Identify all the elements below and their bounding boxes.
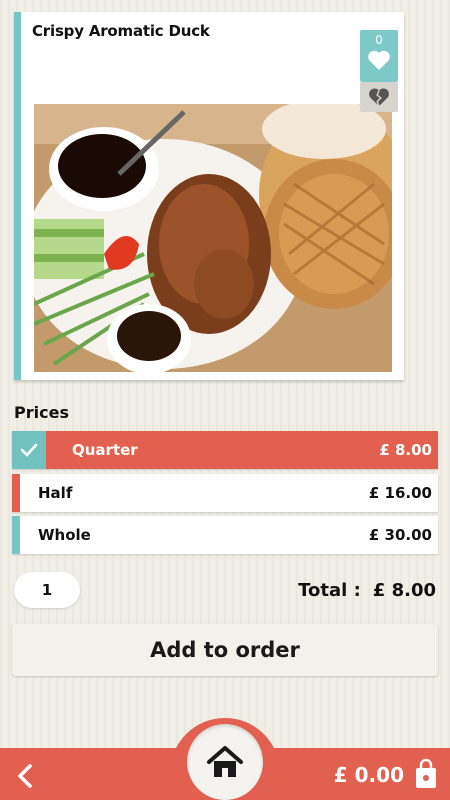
dislike-button[interactable]	[360, 82, 398, 112]
price-option-price: £ 16.00	[368, 484, 432, 502]
back-button[interactable]	[14, 762, 38, 790]
home-button[interactable]	[187, 724, 263, 800]
quantity-input[interactable]: 1	[14, 572, 80, 608]
selected-check	[12, 431, 46, 469]
price-option-half[interactable]: Half £ 16.00	[12, 474, 438, 512]
order-total: Total : £ 8.00	[298, 580, 436, 601]
price-option-price: £ 8.00	[379, 441, 432, 459]
cart-button[interactable]	[414, 758, 438, 794]
back-arrow-icon	[18, 764, 32, 788]
heart-icon	[368, 50, 390, 70]
price-option-whole[interactable]: Whole £ 30.00	[12, 516, 438, 554]
card-accent-stripe	[14, 12, 21, 380]
shopping-bag-icon	[416, 758, 436, 788]
prices-heading: Prices	[14, 403, 69, 422]
price-option-name: Half	[38, 484, 73, 502]
total-label: Total :	[298, 580, 361, 601]
total-value: £ 8.00	[372, 580, 436, 601]
product-photo	[34, 104, 392, 372]
price-option-name: Whole	[38, 526, 91, 544]
price-option-name: Quarter	[72, 441, 138, 459]
add-to-order-button[interactable]: Add to order	[12, 624, 438, 676]
product-card: Crispy Aromatic Duck 0	[14, 12, 404, 380]
like-count: 0	[375, 33, 383, 47]
home-icon	[207, 746, 243, 777]
row-accent	[12, 516, 20, 554]
price-option-quarter[interactable]: Quarter £ 8.00	[12, 431, 438, 469]
row-accent	[12, 474, 20, 512]
price-option-price: £ 30.00	[368, 526, 432, 544]
product-title: Crispy Aromatic Duck	[32, 22, 210, 40]
broken-heart-icon	[369, 88, 389, 107]
cart-total: £ 0.00	[333, 763, 404, 787]
check-icon	[20, 443, 38, 457]
like-button[interactable]: 0	[360, 30, 398, 82]
